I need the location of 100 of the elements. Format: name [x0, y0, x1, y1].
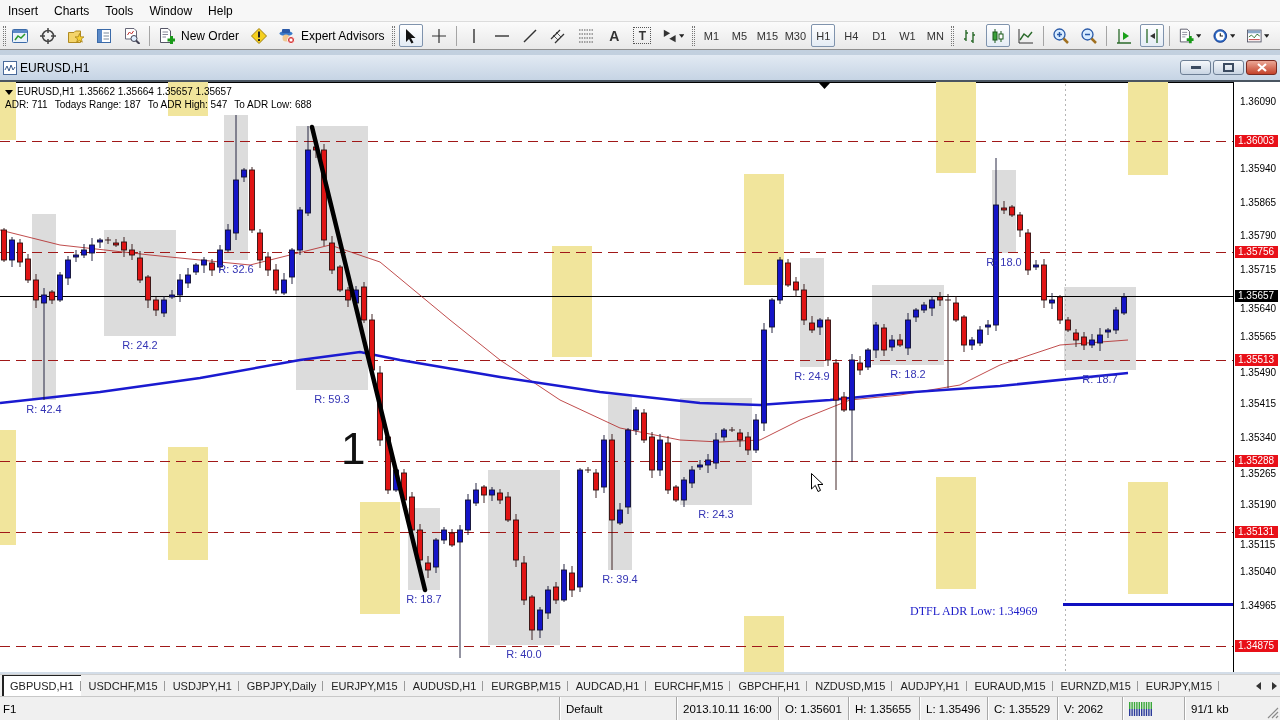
price-level-tag: 1.35513: [1235, 354, 1278, 366]
symbol-tab[interactable]: GBPCHF,H1: [730, 675, 808, 696]
price-axis-label: 1.35340: [1240, 432, 1277, 444]
new-order-button[interactable]: New Order: [155, 24, 243, 47]
price-level-tag: 1.35288: [1235, 455, 1278, 467]
symbol-tab[interactable]: AUDCAD,H1: [567, 675, 647, 696]
symbol-tab[interactable]: GBPJPY,Daily: [238, 675, 324, 696]
profile-name: Default: [559, 697, 676, 720]
chart-symbol: EURUSD,H1: [17, 86, 75, 98]
high-price: H: 1.35655: [848, 697, 919, 720]
document-magnifier-icon: [124, 27, 140, 44]
menu-item[interactable]: Window: [141, 1, 201, 20]
folder-star-icon: [68, 27, 84, 44]
text-label-button[interactable]: T: [630, 24, 655, 47]
low-price: L: 1.35496: [919, 697, 987, 720]
open-price: O: 1.35601: [778, 697, 848, 720]
price-axis-label: 1.35640: [1240, 302, 1277, 315]
menu-item[interactable]: Tools: [97, 1, 142, 20]
indicator-window-icon: [1247, 27, 1262, 44]
horizontal-line-icon: [495, 34, 510, 37]
range-label: R: 59.3: [314, 393, 350, 406]
cursor-button[interactable]: [399, 24, 424, 47]
price-level-tag: 1.35131: [1235, 526, 1278, 538]
chart-window-icon: [3, 60, 17, 75]
price-axis-label: 1.35940: [1240, 163, 1277, 176]
timeframe-button[interactable]: W1: [895, 24, 920, 47]
menu-item[interactable]: Help: [200, 1, 241, 20]
symbol-tab[interactable]: EURJPY,M15: [323, 675, 405, 696]
symbol-tab[interactable]: NZDUSD,M15: [807, 675, 893, 696]
price-axis-label: 1.35490: [1240, 366, 1277, 379]
scroll-right-icon[interactable]: [1272, 681, 1277, 690]
signal-bars-icon: [1129, 701, 1153, 716]
price-axis-label: 1.35040: [1240, 566, 1277, 579]
zoom-out-icon: [1081, 27, 1098, 44]
range-label: R: 39.4: [602, 573, 638, 586]
bar-time: 2013.10.11 16:00: [676, 697, 778, 720]
triangle-icon: [5, 89, 13, 95]
timeframe-button[interactable]: H1: [811, 24, 836, 47]
range-label: R: 40.0: [506, 648, 542, 661]
auto-scroll-button[interactable]: [1140, 24, 1165, 47]
indicator-readout: ADR: 711: [5, 99, 48, 111]
timeframe-button[interactable]: D1: [867, 24, 892, 47]
caret-icon: [1195, 33, 1202, 38]
symbol-tab[interactable]: EURCHF,M15: [646, 675, 731, 696]
minimize-icon: [1190, 66, 1201, 69]
timeframe-button[interactable]: M15: [755, 24, 780, 47]
price-level-tag: 1.35756: [1235, 246, 1278, 258]
candlestick-button[interactable]: [986, 24, 1011, 47]
timeframe-button[interactable]: M5: [727, 24, 752, 47]
symbol-tab[interactable]: GBPUSD,H1: [2, 675, 81, 696]
symbol-tab[interactable]: USDJPY,H1: [164, 675, 239, 696]
scroll-left-icon[interactable]: [1256, 681, 1261, 690]
symbol-tab[interactable]: EURGBP,M15: [483, 675, 568, 696]
price-axis-label: 1.34965: [1240, 600, 1277, 612]
timeframe-button[interactable]: M30: [783, 24, 808, 47]
caret-icon: [1263, 33, 1270, 38]
channel-icon: [550, 27, 567, 44]
price-quotes: 1.35662 1.35664 1.35657 1.35657: [78, 86, 232, 98]
timeframe-button[interactable]: H4: [839, 24, 864, 47]
caret-icon: [678, 33, 685, 38]
expert-advisors-button[interactable]: Expert Advisors: [275, 24, 389, 47]
price-level-tag: 1.34875: [1235, 640, 1278, 652]
vertical-line-icon: [473, 28, 476, 43]
close-button[interactable]: [1246, 60, 1277, 75]
maximize-icon: [1223, 63, 1234, 72]
help-hint: F1: [2, 701, 18, 717]
traffic-value: 91/1 kb: [1184, 697, 1264, 720]
indicator-readout: Todays Range: 187: [54, 99, 141, 111]
symbol-tab[interactable]: AUDUSD,H1: [404, 675, 484, 696]
volume-value: V: 2062: [1057, 697, 1122, 720]
diagonal-line-icon: [522, 27, 539, 44]
window-title: EURUSD,H1: [20, 60, 90, 75]
maximize-button[interactable]: [1213, 60, 1244, 75]
clock-icon: [1213, 27, 1228, 44]
close-price: C: 1.35529: [987, 697, 1057, 720]
menu-item[interactable]: Charts: [46, 1, 98, 20]
range-label: R: 18.7: [406, 593, 442, 606]
warning-icon: [251, 27, 267, 44]
price-axis-label: 1.35415: [1240, 398, 1277, 411]
mouse-cursor-icon: [811, 473, 824, 492]
caret-icon: [1229, 33, 1236, 38]
symbol-tab[interactable]: AUDJPY,H1: [892, 675, 967, 696]
minimize-button[interactable]: [1180, 60, 1211, 75]
menu-item[interactable]: Insert: [0, 1, 46, 20]
auto-scroll-icon: [1144, 27, 1161, 44]
symbol-tab[interactable]: EURNZD,M15: [1052, 675, 1138, 696]
text-tool-button[interactable]: A: [602, 24, 627, 47]
document-plus-icon: [159, 27, 175, 44]
zoom-in-icon: [1053, 27, 1070, 44]
symbol-tab[interactable]: EURAUD,M15: [966, 675, 1053, 696]
price-axis-label: 1.35865: [1240, 196, 1277, 209]
price-axis-label: 1.35115: [1240, 538, 1276, 551]
timeframe-button[interactable]: MN: [923, 24, 948, 47]
target-icon: [40, 27, 56, 44]
timeframe-button[interactable]: M1: [699, 24, 724, 47]
symbol-tab[interactable]: USDCHF,M15: [80, 675, 165, 696]
chart-shift-icon: [1116, 27, 1133, 44]
price-axis-label: 1.35265: [1240, 467, 1277, 480]
fibonacci-icon: [578, 27, 595, 44]
symbol-tab[interactable]: EURJPY,M15: [1137, 675, 1220, 696]
